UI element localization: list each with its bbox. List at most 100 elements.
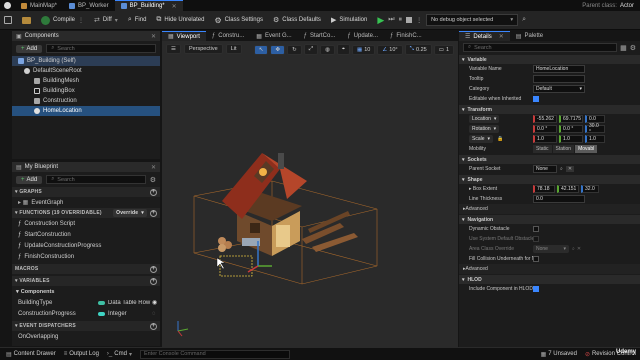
list-item-dispatcher[interactable]: OnOverlapping	[12, 331, 160, 342]
more-options-icon[interactable]: ⋮	[416, 17, 422, 24]
rotation-z-field[interactable]: 30.0 °	[585, 123, 605, 135]
visibility-eye-icon[interactable]: ◉	[152, 299, 157, 306]
save-button[interactable]	[4, 11, 12, 30]
box-extent-y-field[interactable]: 42.151	[557, 185, 579, 193]
add-graph-icon[interactable]: +	[150, 188, 157, 196]
tab-start-construction[interactable]: ƒ StartCo...	[298, 31, 342, 41]
close-icon[interactable]: ✕	[499, 33, 504, 40]
add-macro-icon[interactable]: +	[150, 265, 157, 273]
rotation-y-field[interactable]: 0.0 °	[559, 125, 583, 133]
debug-object-select[interactable]: No debug object selected ▾	[426, 14, 519, 26]
tab-construction-script[interactable]: ƒ Constru...	[206, 31, 250, 41]
scale-y-field[interactable]: 1.0	[559, 135, 583, 143]
unsaved-button[interactable]: ▦ 7 Unsaved	[541, 351, 577, 358]
tree-item-buildingbox[interactable]: BuildingBox	[12, 86, 160, 96]
tab-mainmap[interactable]: MainMap*	[15, 0, 63, 11]
close-icon[interactable]: ✕	[151, 164, 156, 171]
close-icon[interactable]: ✕	[172, 3, 177, 10]
clear-icon[interactable]: ✕	[577, 246, 581, 252]
tooltip-field[interactable]	[533, 75, 585, 83]
tab-update-construction[interactable]: ƒ Update...	[341, 31, 384, 41]
clear-icon[interactable]: ✕	[565, 166, 575, 172]
sockets-section-header[interactable]: ▾ Sockets	[459, 155, 640, 164]
tab-bp-worker[interactable]: BP_Worker	[63, 0, 115, 11]
event-dispatchers-section-header[interactable]: ▾ EVENT DISPATCHERS +	[12, 321, 160, 331]
components-category-label[interactable]: ▾ Components	[12, 286, 160, 297]
my-blueprint-search-input[interactable]: ⌕ Search	[46, 175, 146, 184]
search-icon[interactable]: ⌕	[560, 166, 563, 172]
navigation-section-header[interactable]: ▾ Navigation	[459, 215, 640, 224]
tab-palette[interactable]: ▤ Palette	[510, 31, 549, 41]
scale-z-field[interactable]: 1.0	[585, 135, 605, 143]
output-log-button[interactable]: ≡ Output Log	[64, 351, 99, 357]
grid-view-icon[interactable]: ▦	[620, 44, 627, 52]
include-hlod-checkbox[interactable]	[533, 286, 539, 292]
tab-event-graph[interactable]: ▦ Event G...	[250, 31, 297, 41]
components-search-input[interactable]: ⌕ Search	[46, 44, 156, 53]
simulation-button[interactable]: ▶ Simulation	[331, 11, 367, 30]
find-debug-icon[interactable]: ⌕	[522, 16, 526, 24]
variables-section-header[interactable]: ▾ VARIABLES +	[12, 276, 160, 286]
tab-finish-construction[interactable]: ƒ FinishC...	[384, 31, 428, 41]
list-item-function[interactable]: ƒ UpdateConstructionProgress	[12, 240, 160, 251]
override-dropdown[interactable]: Override ▾	[113, 209, 147, 217]
area-class-dropdown[interactable]: None ▾	[533, 245, 569, 253]
tree-item-self[interactable]: BP_Building (Self)	[12, 56, 160, 66]
tree-item-homelocation[interactable]: HomeLocation	[12, 106, 160, 116]
location-x-field[interactable]: -55.262	[533, 115, 557, 123]
viewport[interactable]: ☰ Perspective Lit ↖ ✥ ↻ ⤢ ◍ ⌖ ▦ 10 ∠ 10°…	[162, 41, 458, 347]
diff-button[interactable]: ⇄ Diff ▾	[94, 11, 118, 30]
fill-collision-checkbox[interactable]	[533, 256, 539, 262]
rotation-x-field[interactable]: 0.0 °	[533, 125, 557, 133]
gear-icon[interactable]: ⚙	[150, 176, 156, 184]
step-icon[interactable]: ⏭	[388, 16, 394, 24]
class-defaults-button[interactable]: ⚙ Class Defaults	[273, 11, 321, 30]
add-dispatcher-icon[interactable]: +	[150, 322, 157, 330]
console-command-input[interactable]: Enter Console Command	[139, 349, 290, 359]
add-component-button[interactable]: + Add	[16, 44, 43, 53]
parent-class-value[interactable]: Actor	[620, 3, 634, 9]
compile-button[interactable]: Compile ⋮	[41, 11, 84, 30]
hide-unrelated-button[interactable]: ⧉ Hide Unrelated	[156, 11, 204, 30]
tab-viewport[interactable]: ▦ Viewport	[162, 31, 206, 41]
advanced-navigation-row[interactable]: ▸ Advanced	[459, 264, 640, 274]
close-icon[interactable]: ✕	[151, 33, 156, 40]
list-item-function[interactable]: ƒ FinishConstruction	[12, 251, 160, 262]
add-variable-icon[interactable]: +	[150, 277, 157, 285]
cmd-dropdown[interactable]: ›_ Cmd ▾	[107, 351, 132, 358]
browse-icon[interactable]: ⌕	[572, 246, 575, 252]
mobility-static-button[interactable]: Static	[533, 145, 552, 153]
hlod-section-header[interactable]: ▾ HLOD	[459, 275, 640, 284]
list-item-function[interactable]: ƒ StartConstruction	[12, 229, 160, 240]
add-function-icon[interactable]: +	[150, 209, 157, 217]
list-item-variable[interactable]: ConstructionProgress Integer ◌	[12, 308, 160, 319]
parent-socket-field[interactable]: None	[533, 165, 557, 173]
details-search-input[interactable]: ⌕ Search	[463, 43, 618, 52]
mobility-stationary-button[interactable]: Station	[552, 145, 575, 153]
category-dropdown[interactable]: Default ▾	[533, 85, 585, 93]
app-logo-tab[interactable]	[0, 0, 15, 11]
location-mode-dropdown[interactable]: Location ▾	[469, 115, 500, 123]
stop-icon[interactable]	[406, 17, 413, 23]
add-blueprint-item-button[interactable]: + Add	[16, 175, 43, 184]
editable-inherited-checkbox[interactable]	[533, 96, 539, 102]
mobility-movable-button[interactable]: Movabl	[575, 145, 598, 153]
location-y-field[interactable]: 69.7175	[559, 115, 583, 123]
functions-section-header[interactable]: ▾ FUNCTIONS (19 OVERRIDABLE) Override ▾ …	[12, 208, 160, 218]
tab-bp-building[interactable]: BP_Building* ✕	[114, 0, 183, 11]
tree-item-defaultsceneroot[interactable]: DefaultSceneRoot	[12, 66, 160, 76]
macros-section-header[interactable]: MACROS +	[12, 264, 160, 274]
tree-item-buildingmesh[interactable]: BuildingMesh	[12, 76, 160, 86]
pause-icon[interactable]: ⏸	[399, 16, 403, 24]
transform-section-header[interactable]: ▾ Transform	[459, 105, 640, 114]
scale-mode-dropdown[interactable]: Scale ▾	[469, 135, 494, 143]
dynamic-obstacle-checkbox[interactable]	[533, 226, 539, 232]
content-drawer-button[interactable]: ▤ Content Drawer	[6, 351, 56, 358]
lock-icon[interactable]: 🔒	[497, 136, 503, 142]
list-item-variable[interactable]: BuildingType Data Table Row ◉	[12, 297, 160, 308]
list-item-function[interactable]: ƒ Construction Script	[12, 218, 160, 229]
tree-item-construction[interactable]: Construction	[12, 96, 160, 106]
shape-section-header[interactable]: ▾ Shape	[459, 175, 640, 184]
box-extent-z-field[interactable]: 32.0	[581, 185, 599, 193]
line-thickness-field[interactable]: 0.0	[533, 195, 585, 203]
